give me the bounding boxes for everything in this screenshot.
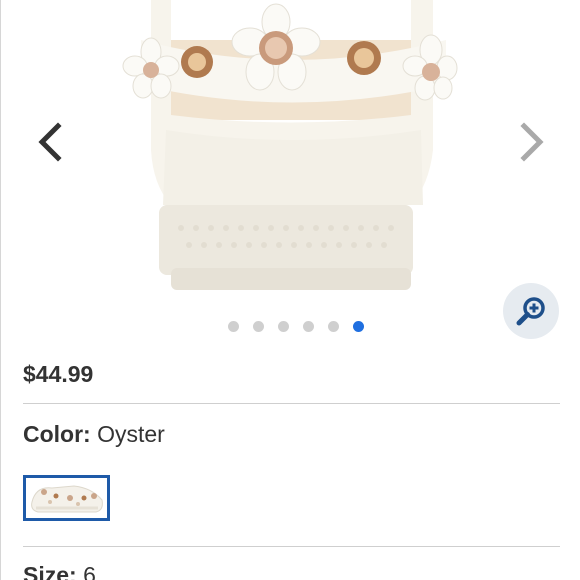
chevron-left-icon [38,122,62,162]
size-value: 6 [83,562,96,580]
next-image-button[interactable] [511,118,551,166]
previous-image-button[interactable] [31,118,71,166]
carousel-dot[interactable] [228,321,239,332]
product-page: $44.99 Color: Oyster Size: 6 [0,0,580,580]
color-swatch-oyster[interactable] [23,475,110,521]
product-image[interactable] [111,0,471,305]
chevron-right-icon [520,122,544,162]
color-value: Oyster [97,421,165,447]
carousel-dots [1,321,580,332]
carousel-dot[interactable] [328,321,339,332]
color-row: Color: Oyster [23,421,165,448]
product-price: $44.99 [23,361,94,387]
size-label: Size: [23,562,77,580]
carousel-dot[interactable] [253,321,264,332]
carousel-dot[interactable] [303,321,314,332]
divider [23,403,560,404]
carousel-dot-active[interactable] [353,321,364,332]
size-row: Size: 6 [23,562,96,580]
color-label: Color: [23,421,91,447]
product-gallery [1,0,580,345]
divider [23,546,560,547]
carousel-dot[interactable] [278,321,289,332]
swatch-thumbnail [31,485,103,513]
